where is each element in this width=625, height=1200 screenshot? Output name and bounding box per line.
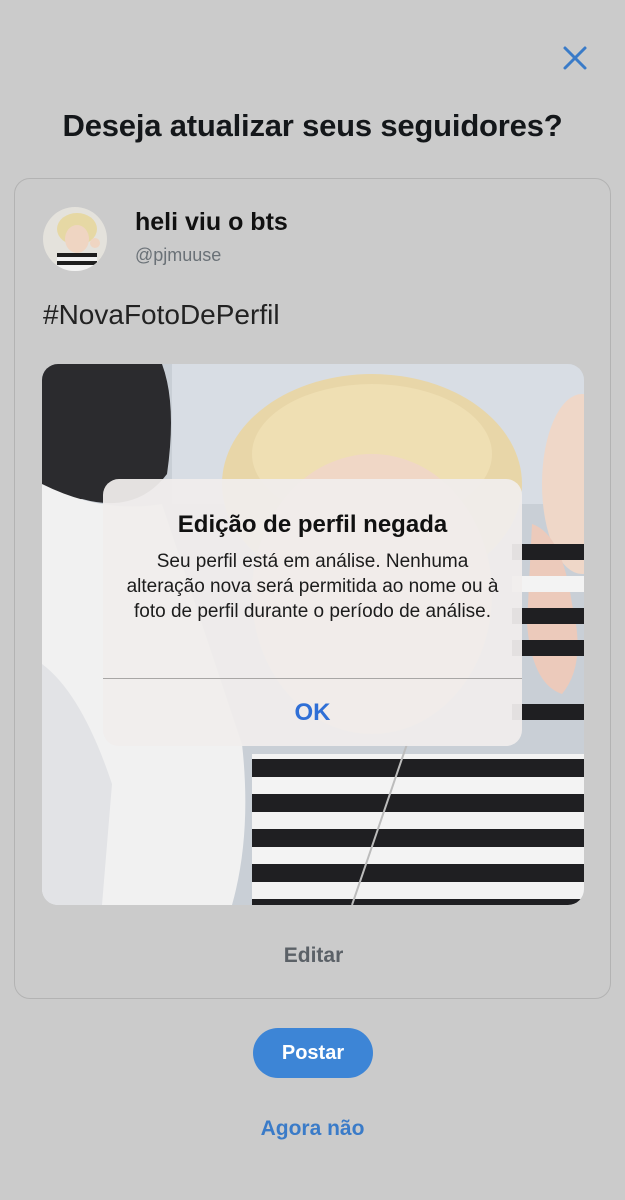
not-now-button[interactable]: Agora não: [0, 1117, 625, 1141]
alert-ok-button[interactable]: OK: [103, 679, 522, 746]
user-handle: @pjmuuse: [135, 245, 222, 265]
close-button[interactable]: [553, 36, 597, 80]
edit-button[interactable]: Editar: [15, 944, 612, 968]
avatar: [43, 207, 107, 271]
display-name: heli viu o bts: [135, 208, 288, 236]
alert-title: Edição de perfil negada: [177, 511, 448, 538]
post-button[interactable]: Postar: [253, 1028, 373, 1078]
update-followers-dialog: Deseja atualizar seus seguidores? heli v…: [0, 0, 625, 1200]
alert-message: Seu perfil está em análise. Nenhuma alte…: [126, 551, 499, 622]
profile-edit-denied-alert: Edição de perfil negada Seu perfil está …: [103, 479, 522, 746]
dialog-title: Deseja atualizar seus seguidores?: [62, 108, 563, 143]
tweet-text: #NovaFotoDePerfil: [43, 299, 280, 330]
close-icon: [563, 46, 587, 70]
